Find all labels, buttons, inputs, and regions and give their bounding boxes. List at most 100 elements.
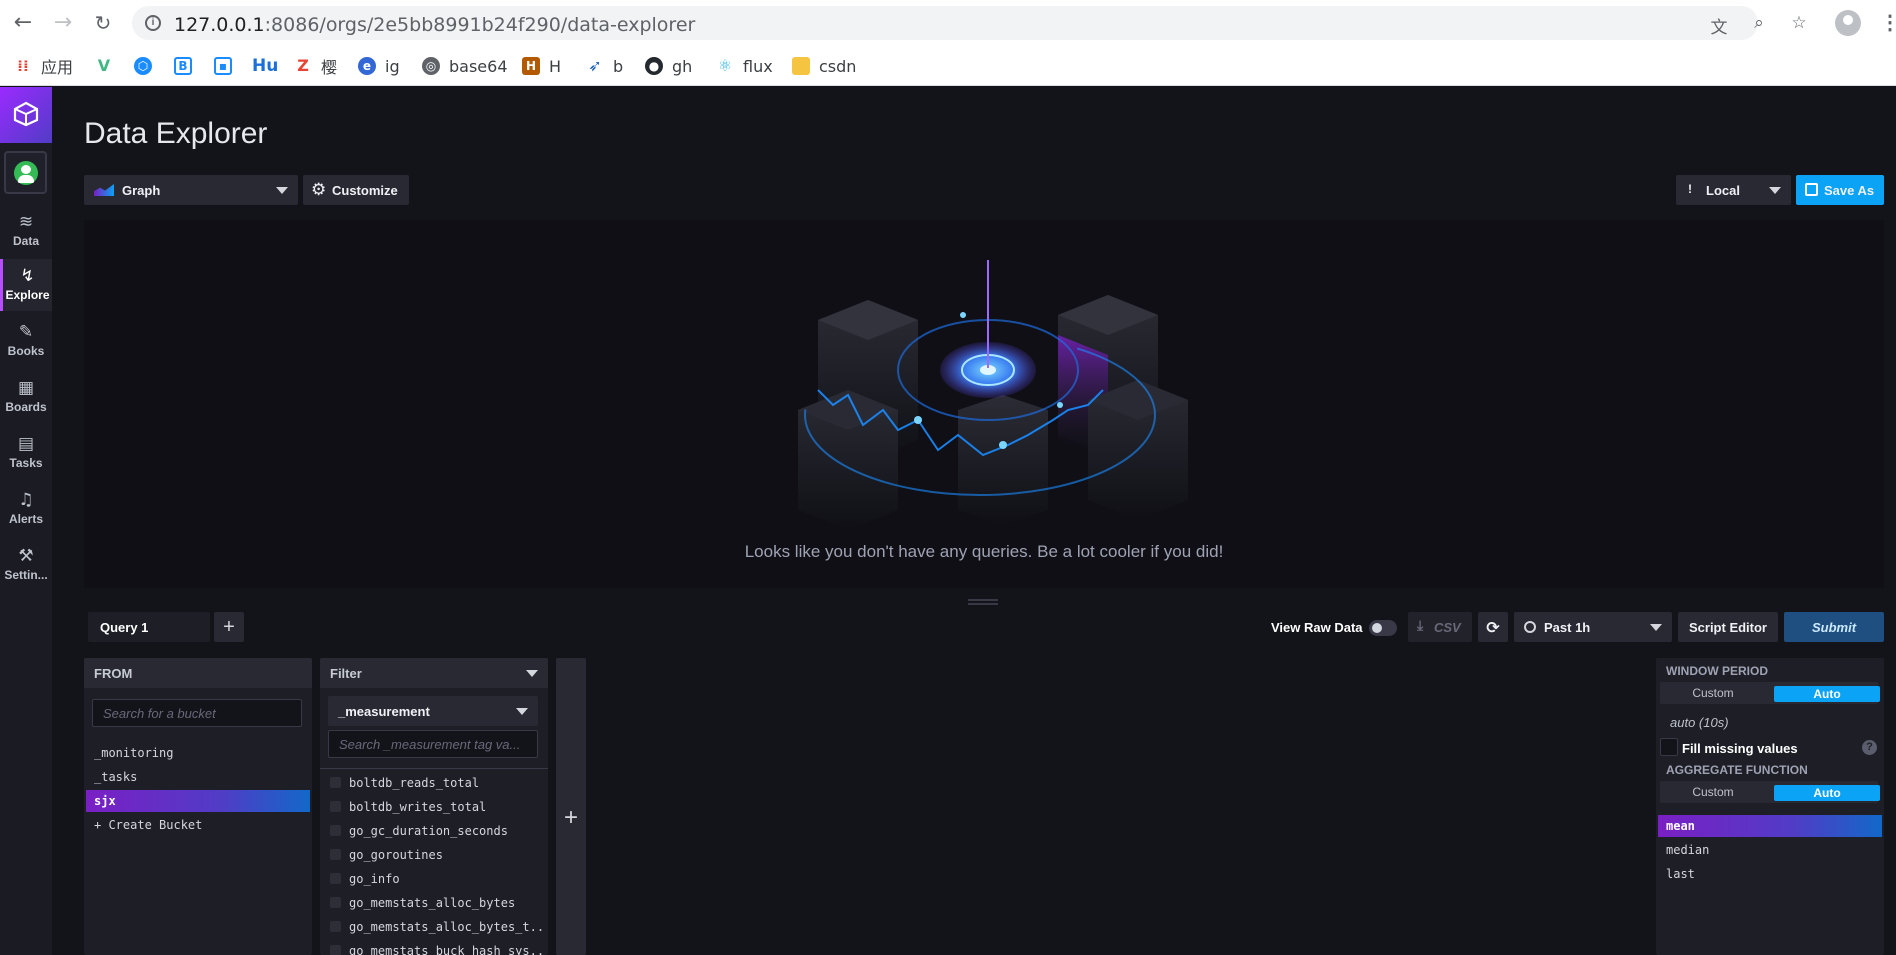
bookmark-flux[interactable]: ⚛ flux bbox=[716, 54, 773, 78]
aggregate-custom-option[interactable]: Custom bbox=[1660, 781, 1766, 803]
back-arrow-icon[interactable]: ← bbox=[11, 11, 35, 35]
user-icon bbox=[14, 161, 38, 185]
apps-grid-icon: ⁞⁞ bbox=[17, 57, 29, 75]
tag-value-item[interactable]: boltdb_writes_total bbox=[322, 796, 546, 818]
url-text[interactable]: 127.0.0.1:8086/orgs/2e5bb8991b24f290/dat… bbox=[174, 14, 695, 36]
checkbox[interactable] bbox=[330, 825, 341, 836]
forward-arrow-icon[interactable]: → bbox=[51, 11, 75, 35]
react-icon: ⚛ bbox=[717, 56, 733, 75]
bookmark-base64[interactable]: ◎ base64 bbox=[422, 54, 508, 78]
aggregate-fn-median[interactable]: median bbox=[1658, 839, 1882, 861]
bookmark-h[interactable]: H H bbox=[522, 54, 561, 78]
bookmark-apps[interactable]: ⁞⁞ 应用 bbox=[14, 54, 73, 78]
bucket-search-input[interactable]: Search for a bucket bbox=[92, 699, 302, 727]
sidebar-item-tasks[interactable]: ▤ Tasks bbox=[0, 427, 52, 479]
tag-value-item[interactable]: go_memstats_alloc_bytes_t... bbox=[322, 916, 546, 938]
bookmark-label: 应用 bbox=[41, 58, 74, 77]
save-as-button[interactable]: Save As bbox=[1796, 175, 1884, 205]
bucket-item-selected[interactable]: sjx bbox=[86, 790, 310, 812]
fill-missing-checkbox[interactable] bbox=[1660, 738, 1678, 756]
bookmark-hu[interactable]: Hu bbox=[252, 54, 278, 78]
profile-avatar[interactable] bbox=[1835, 10, 1861, 36]
user-avatar[interactable] bbox=[4, 151, 47, 194]
bookmark-b[interactable]: ➶ b bbox=[586, 54, 623, 78]
tag-value-item[interactable]: go_gc_duration_seconds bbox=[322, 820, 546, 842]
checkbox[interactable] bbox=[330, 945, 341, 955]
time-range-dropdown[interactable]: Past 1h bbox=[1514, 612, 1672, 642]
z-icon: Z bbox=[297, 56, 309, 75]
bucket-item[interactable]: _tasks bbox=[86, 766, 310, 788]
star-icon[interactable]: ☆ bbox=[1788, 13, 1810, 33]
tag-value-item[interactable]: go_info bbox=[322, 868, 546, 890]
bookmark-label: gh bbox=[672, 56, 693, 76]
bookmark-ying[interactable]: Z 樱 bbox=[294, 54, 337, 78]
sidebar-item-label: Tasks bbox=[9, 456, 43, 470]
submit-button[interactable]: Submit bbox=[1784, 612, 1884, 642]
sidebar-item-explore[interactable]: ↯ Explore bbox=[0, 259, 52, 311]
bookmark-ig[interactable]: e ig bbox=[358, 54, 400, 78]
script-editor-button[interactable]: Script Editor bbox=[1678, 612, 1778, 642]
sidebar-item-books[interactable]: ✎ Books bbox=[0, 315, 52, 367]
chevron-down-icon[interactable] bbox=[526, 670, 538, 677]
add-filter-button[interactable]: + bbox=[556, 804, 586, 832]
window-auto-option[interactable]: Auto bbox=[1774, 686, 1880, 702]
view-raw-data-toggle[interactable] bbox=[1369, 620, 1397, 636]
checkbox[interactable] bbox=[330, 921, 341, 932]
chevron-down-icon bbox=[1650, 624, 1662, 631]
customize-button[interactable]: ⚙ Customize bbox=[303, 175, 409, 205]
sidebar-item-settings[interactable]: ⚒ Settin... bbox=[0, 539, 52, 591]
resize-handle[interactable] bbox=[968, 599, 998, 605]
tag-key-dropdown[interactable]: _measurement bbox=[328, 696, 538, 726]
aggregate-fn-last[interactable]: last bbox=[1658, 863, 1882, 885]
bucket-item[interactable]: _monitoring bbox=[86, 742, 310, 764]
checkbox[interactable] bbox=[330, 873, 341, 884]
filter-panel-header[interactable]: Filter bbox=[320, 658, 548, 688]
address-bar[interactable]: i 127.0.0.1:8086/orgs/2e5bb8991b24f290/d… bbox=[132, 6, 1807, 40]
influxdb-logo[interactable] bbox=[0, 87, 52, 143]
help-icon[interactable]: ? bbox=[1862, 740, 1877, 755]
translate-icon[interactable]: 文 bbox=[1708, 13, 1730, 38]
bookmark-vue[interactable]: V bbox=[95, 54, 122, 78]
browser-menu-icon[interactable]: ⋮ bbox=[1880, 10, 1896, 35]
timezone-dropdown[interactable]: ǃ Local bbox=[1676, 175, 1791, 205]
tab-query-1[interactable]: Query 1 bbox=[88, 612, 210, 642]
divider bbox=[320, 768, 548, 769]
bookmark-bilibili[interactable]: ▪ bbox=[214, 54, 241, 78]
bookmark-csdn[interactable]: csdn bbox=[792, 54, 856, 78]
tag-value-search-input[interactable]: Search _measurement tag va... bbox=[328, 730, 538, 758]
bookmark-label: H bbox=[549, 56, 562, 76]
refresh-button[interactable]: ⟳ bbox=[1478, 612, 1508, 642]
tag-value-item[interactable]: boltdb_reads_total bbox=[322, 772, 546, 794]
browser-icon: e bbox=[358, 57, 376, 75]
checkbox[interactable] bbox=[330, 777, 341, 788]
site-info-icon[interactable]: i bbox=[145, 15, 161, 31]
bookmark-hexagon[interactable]: ⬡ bbox=[134, 54, 161, 78]
checkbox[interactable] bbox=[330, 801, 341, 812]
checkbox[interactable] bbox=[330, 897, 341, 908]
checkbox[interactable] bbox=[330, 849, 341, 860]
viz-type-dropdown[interactable]: Graph bbox=[84, 175, 298, 205]
sidebar-item-alerts[interactable]: ♫ Alerts bbox=[0, 483, 52, 535]
sidebar-item-data[interactable]: ≋ Data bbox=[0, 205, 52, 257]
aggregate-auto-option[interactable]: Auto bbox=[1774, 785, 1880, 801]
aggregate-fn-mean[interactable]: mean bbox=[1658, 815, 1882, 837]
sidebar-item-boards[interactable]: ▦ Boards bbox=[0, 371, 52, 423]
reload-icon[interactable]: ↻ bbox=[91, 11, 115, 35]
zoom-icon[interactable]: ⌕ bbox=[1748, 13, 1770, 33]
bookmark-label: b bbox=[613, 56, 624, 76]
add-query-button[interactable]: + bbox=[214, 612, 244, 642]
bootstrap-icon: B bbox=[174, 57, 192, 75]
tag-value-label: go_goroutines bbox=[349, 848, 443, 862]
window-custom-option[interactable]: Custom bbox=[1660, 682, 1766, 704]
bookmark-bootstrap[interactable]: B bbox=[174, 54, 201, 78]
bookmark-gh[interactable]: ● gh bbox=[645, 54, 692, 78]
tag-value-item[interactable]: go_goroutines bbox=[322, 844, 546, 866]
tag-value-item[interactable]: go_memstats_buck_hash_sys... bbox=[322, 940, 546, 955]
csv-download-button[interactable]: ⤓ CSV bbox=[1408, 612, 1472, 642]
gear-icon: ⚙ bbox=[311, 180, 327, 200]
window-period-toggle[interactable]: Custom Auto bbox=[1660, 682, 1880, 704]
add-filter-column[interactable]: + bbox=[556, 658, 586, 955]
create-bucket-link[interactable]: + Create Bucket bbox=[86, 814, 310, 836]
aggregate-toggle[interactable]: Custom Auto bbox=[1660, 781, 1880, 803]
tag-value-item[interactable]: go_memstats_alloc_bytes bbox=[322, 892, 546, 914]
